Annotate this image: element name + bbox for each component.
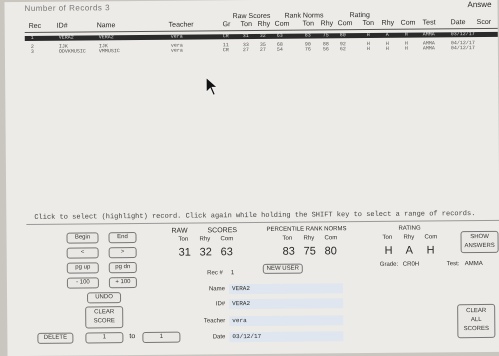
undo-button[interactable]: UNDO <box>87 292 122 304</box>
rank-norms-group: Rank Norms <box>284 12 324 20</box>
norm-ton-value: 83 <box>282 245 295 258</box>
delete-button[interactable]: DELETE <box>37 332 74 344</box>
raw-com-label: Com <box>220 236 234 243</box>
clear-all-scores-button[interactable]: CLEAR ALL SCORES <box>457 303 496 339</box>
range-from-field[interactable]: 1 <box>85 332 124 344</box>
show-answers-button[interactable]: SHOW ANSWERS <box>460 230 499 254</box>
begin-button[interactable]: Begin <box>66 232 99 244</box>
rate-rhy-label: Rhy <box>403 234 415 241</box>
rate-com-value: H <box>426 244 435 257</box>
plus-100-button[interactable]: + 100 <box>108 277 137 289</box>
teacher-field[interactable]: vera <box>229 315 344 327</box>
name-label: Name <box>208 286 226 293</box>
raw-com-value: 63 <box>220 246 233 259</box>
col-norm-com[interactable]: Com <box>338 20 353 27</box>
col-rate-ton[interactable]: Ton <box>363 20 374 27</box>
clear-score-button[interactable]: CLEAR SCORE <box>85 306 124 329</box>
raw-rhy-value: 32 <box>199 246 212 259</box>
col-name[interactable]: Name <box>97 22 116 29</box>
test-value: AMMA <box>464 260 483 268</box>
next-button[interactable]: > <box>108 247 137 259</box>
record-count: Number of Records 3 <box>24 3 111 13</box>
grade-label: Grade: <box>379 261 399 268</box>
rec-number-label: Rec # <box>207 270 223 277</box>
raw-ton-value: 31 <box>178 246 191 259</box>
rating-group: Rating <box>349 11 370 20</box>
date-field[interactable]: 03/12/17 <box>229 331 344 343</box>
page-up-button[interactable]: pg up <box>66 262 99 274</box>
norm-com-value: 80 <box>324 245 337 258</box>
norm-rhy-label: Rhy <box>303 235 315 242</box>
col-rate-rhy[interactable]: Rhy <box>382 20 395 27</box>
norm-com-label: Com <box>324 235 338 242</box>
raw-scores-group: Raw Scores <box>232 12 271 21</box>
teacher-label: Teacher <box>203 318 226 325</box>
raw-heading: RAW <box>171 227 188 235</box>
raw-ton-label: Ton <box>178 236 189 243</box>
col-rate-com[interactable]: Com <box>401 20 416 27</box>
rating-heading: RATING <box>398 225 421 232</box>
range-to-label: to <box>129 333 136 341</box>
new-user-button[interactable]: NEW USER <box>262 263 303 274</box>
rate-ton-value: H <box>384 244 393 257</box>
raw-rhy-label: Rhy <box>199 236 211 243</box>
page-down-button[interactable]: pg dn <box>108 262 137 274</box>
col-id[interactable]: ID# <box>57 23 68 30</box>
application-window: Number of Records 3 Answe Raw Scores Ran… <box>4 0 499 356</box>
rate-com-label: Com <box>424 234 438 241</box>
col-raw-ton[interactable]: Ton <box>241 21 252 28</box>
records-list[interactable] <box>25 29 499 213</box>
rec-number-value: 1 <box>230 270 235 277</box>
col-raw-rhy[interactable]: Rhy <box>258 21 271 28</box>
norm-ton-label: Ton <box>282 235 293 242</box>
answers-column-group: Answe <box>467 0 492 10</box>
col-score[interactable]: Scor <box>477 19 491 26</box>
col-rec[interactable]: Rec <box>29 23 42 30</box>
rate-ton-label: Ton <box>382 234 393 241</box>
mouse-pointer-icon <box>205 76 219 97</box>
norm-rhy-value: 75 <box>303 245 316 258</box>
norms-heading: PERCENTILE RANK NORMS <box>266 226 347 233</box>
col-date[interactable]: Date <box>451 19 466 26</box>
date-label: Date <box>212 334 226 341</box>
col-norm-rhy[interactable]: Rhy <box>321 20 334 27</box>
range-to-field[interactable]: 1 <box>142 331 181 343</box>
id-label: ID# <box>215 301 226 308</box>
end-button[interactable]: End <box>108 232 137 244</box>
scores-heading: SCORES <box>207 227 238 235</box>
grade-value: CR0H <box>402 261 420 268</box>
rate-rhy-value: A <box>405 244 414 257</box>
col-test[interactable]: Test <box>423 19 436 26</box>
col-norm-ton[interactable]: Ton <box>303 20 314 27</box>
previous-button[interactable]: < <box>66 247 99 259</box>
col-teacher[interactable]: Teacher <box>169 22 194 29</box>
name-field[interactable]: VERA2 <box>228 283 344 295</box>
minus-100-button[interactable]: - 100 <box>66 277 99 289</box>
test-label: Test: <box>446 261 460 268</box>
id-field[interactable]: VERA2 <box>229 298 344 310</box>
col-grade[interactable]: Gr <box>223 21 231 28</box>
col-raw-com[interactable]: Com <box>275 21 290 28</box>
